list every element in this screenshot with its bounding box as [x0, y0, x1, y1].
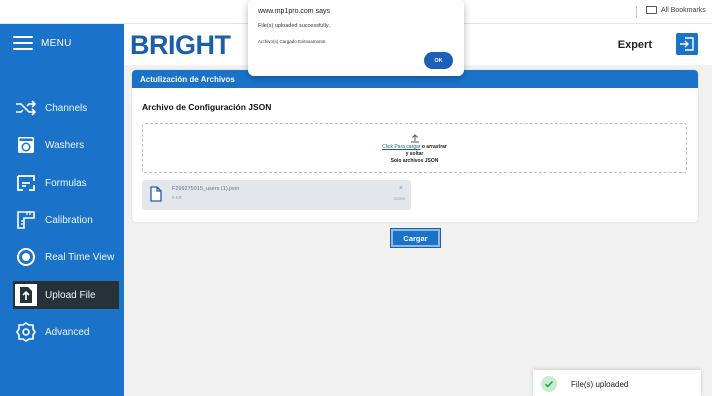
user-role: Expert: [617, 39, 652, 51]
brand-logo: BRIGHT: [130, 30, 231, 60]
dropzone-drag-text: o arrastrar: [420, 144, 447, 150]
logout-icon: [680, 37, 694, 51]
sidebar-item-label: Channels: [45, 102, 88, 114]
alert-dialog: www.mp1pro.com says File(s) uploaded suc…: [248, 0, 464, 76]
file-status: Done: [394, 196, 405, 201]
sidebar-item-real-time-view[interactable]: Real Time View: [13, 243, 119, 271]
file-name: F299275915_users (1).json: [172, 186, 240, 192]
dropzone-line-3: Solo archivos JSON: [390, 158, 439, 164]
radio-target-icon: [15, 246, 37, 268]
menu-toggle[interactable]: MENU: [13, 36, 72, 50]
sidebar-item-formulas[interactable]: Formulas: [13, 169, 119, 197]
all-bookmarks-label: All Bookmarks: [661, 6, 706, 14]
remove-file-button[interactable]: ×: [399, 185, 403, 192]
sidebar-item-label: Advanced: [45, 326, 90, 338]
click-to-upload-link[interactable]: Click Para cargar: [382, 144, 420, 150]
menu-label: MENU: [41, 37, 72, 49]
dialog-ok-button[interactable]: OK: [424, 52, 453, 69]
dropzone-line-1: Click Para cargar o arrastrar: [143, 144, 686, 150]
file-icon: [150, 186, 162, 207]
upload-card: Actulización de Archivos Archivo de Conf…: [132, 70, 698, 222]
dropzone-line-2: y soltar: [405, 151, 424, 157]
sidebar-item-washers[interactable]: Washers: [13, 131, 119, 159]
upload-submit-button[interactable]: Cargar: [390, 228, 441, 248]
section-title: Archivo de Configuración JSON: [142, 102, 272, 112]
sidebar-item-advanced[interactable]: Advanced: [13, 318, 119, 346]
sidebar: MENU Channels Washers Formulas Calibrati…: [0, 24, 124, 396]
washer-icon: [15, 134, 37, 156]
folder-icon: [646, 6, 657, 14]
dialog-message-spanish: Archivo(s) Cargado Exitosamente.: [258, 39, 327, 44]
dialog-message: File(s) uploaded successfully.: [258, 23, 330, 29]
uploaded-file-item: F299275915_users (1).json 5 KB × Done: [142, 180, 411, 210]
gear-icon: [15, 321, 37, 343]
sidebar-item-calibration[interactable]: Calibration: [13, 206, 119, 234]
sidebar-item-channels[interactable]: Channels: [13, 94, 119, 122]
dialog-title: www.mp1pro.com says: [258, 8, 330, 15]
file-dropzone[interactable]: Click Para cargar o arrastrar y soltar S…: [142, 123, 687, 173]
all-bookmarks-button[interactable]: All Bookmarks: [646, 6, 706, 14]
check-circle-icon: [541, 376, 557, 392]
sidebar-item-label: Upload File: [45, 289, 96, 301]
ruler-icon: [15, 209, 37, 231]
sidebar-item-label: Real Time View: [45, 251, 115, 263]
upload-file-icon: [15, 284, 37, 306]
logout-button[interactable]: [676, 33, 698, 55]
hamburger-icon: [13, 36, 33, 50]
shuffle-icon: [15, 97, 37, 119]
sidebar-item-label: Formulas: [45, 177, 87, 189]
bookmarks-separator: [636, 6, 637, 18]
upload-toast: File(s) uploaded: [533, 370, 701, 396]
sidebar-item-upload-file[interactable]: Upload File: [13, 281, 119, 309]
toast-message: File(s) uploaded: [571, 380, 629, 389]
sidebar-item-label: Calibration: [45, 214, 93, 226]
formulas-icon: [15, 172, 37, 194]
sidebar-item-label: Washers: [45, 139, 85, 151]
file-size: 5 KB: [172, 195, 182, 200]
